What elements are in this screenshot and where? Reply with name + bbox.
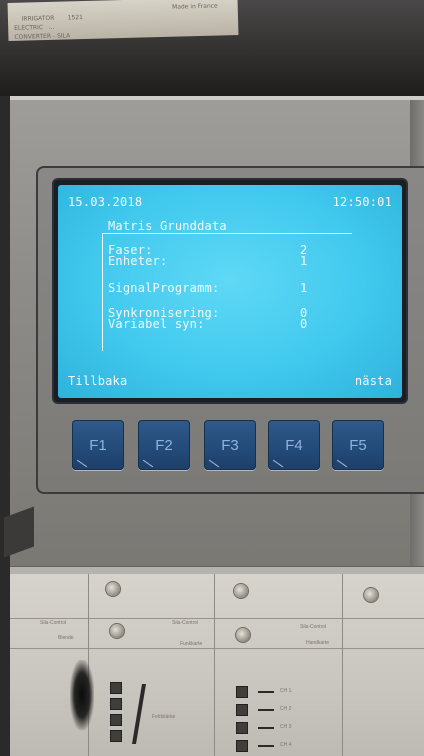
f4-button[interactable]: F4 [268,420,320,470]
channel-led [236,704,248,716]
screw-icon [236,628,250,642]
channel-led [236,686,248,698]
led-indicator [110,730,122,742]
screw-icon [106,582,120,596]
lcd-row-value: 1 [300,281,308,295]
lcd-frame-line-left [102,233,103,351]
module-2-brand: Sila-Control [172,620,199,626]
channel-label: CH 2 [280,706,292,712]
lcd-row-label: Enheter: [108,254,168,268]
lcd-heading: Matris Grunddata [108,219,227,233]
f1-button[interactable]: F1 [72,420,124,470]
sticker-made-in: Made in France [172,2,218,11]
module-1-brand: Sila-Control [40,620,67,626]
screw-icon [110,624,124,638]
lcd-time: 12:50:01 [332,195,392,209]
channel-label: CH 3 [280,724,292,730]
device-label-sticker: IRRIGATOR 1521 ELECTRIC ... CONVERTER - … [7,0,239,42]
signal-meter-icon [132,684,146,744]
lcd-row-label: SignalProgramm: [108,281,220,295]
led-indicator [110,698,122,710]
channel-dash [258,709,274,711]
module-1-name: Blende [58,635,74,641]
lcd-screen: 15.03.2018 12:50:01 Matris Grunddata Fas… [58,185,402,398]
module-3-border [214,574,343,756]
module-3-name: Handkarte [306,640,330,646]
channel-label: CH 4 [280,742,292,748]
lcd-date: 15.03.2018 [68,195,143,209]
module-2-meter-label: Feldstärke [152,714,176,720]
channel-dash [258,691,274,693]
f3-button[interactable]: F3 [204,420,256,470]
device-top-strip: IRRIGATOR 1521 ELECTRIC ... CONVERTER - … [0,0,424,96]
lcd-row-value: 1 [300,254,308,268]
channel-dash [258,745,274,747]
led-indicator [110,714,122,726]
module-4-border [342,574,424,756]
burn-mark [70,660,94,730]
softkey-label-next: nästa [354,374,392,388]
led-indicator [110,682,122,694]
channel-led [236,722,248,734]
channel-dash [258,727,274,729]
sticker-text: IRRIGATOR 1521 ELECTRIC ... CONVERTER - … [14,14,84,41]
module-2-name: Funkkarte [180,641,203,647]
function-key-row: F1 F2 F3 F4 F5 [72,420,396,472]
channel-label: CH 1 [280,688,292,694]
screw-icon [234,584,248,598]
lcd-row-value: 0 [300,317,308,331]
screw-icon [364,588,378,602]
f5-button[interactable]: F5 [332,420,384,470]
softkey-label-back: Tillbaka [68,374,128,388]
lcd-row-label: Variabel syn: [108,317,205,331]
module-2-border [88,574,215,756]
f2-button[interactable]: F2 [138,420,190,470]
channel-led [236,740,248,752]
lcd-frame-line-top [102,233,352,234]
module-3-brand: Sila-Control [300,624,327,630]
